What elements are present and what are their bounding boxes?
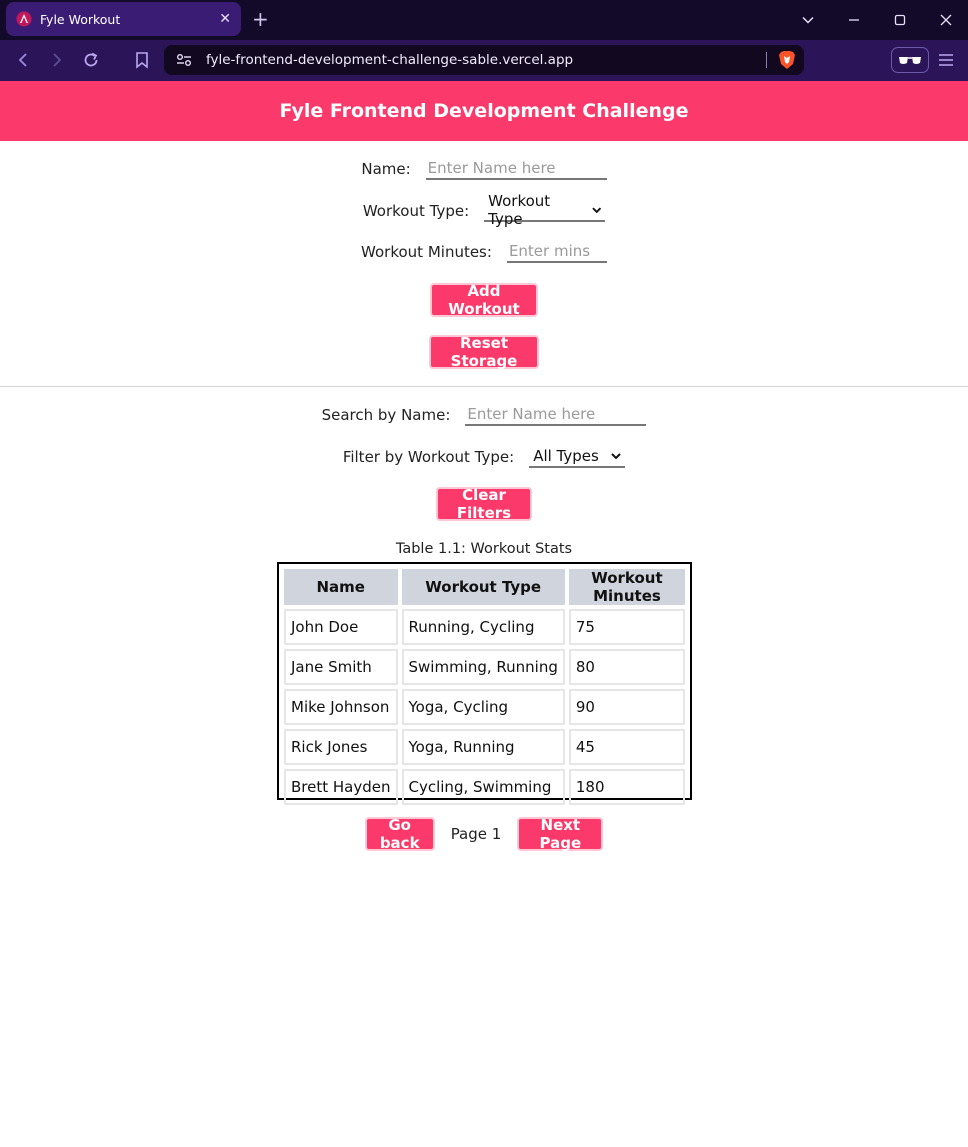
browser-tab[interactable]: Fyle Workout ✕	[6, 2, 241, 36]
table-row: Mike Johnson Yoga, Cycling 90	[284, 689, 685, 725]
cell-name: Jane Smith	[284, 649, 398, 685]
url-divider	[766, 52, 767, 68]
table-row: Jane Smith Swimming, Running 80	[284, 649, 685, 685]
workout-minutes-row: Workout Minutes:	[0, 240, 968, 263]
tab-list-chevron-icon[interactable]	[802, 14, 814, 26]
add-workout-button[interactable]: Add Workout	[430, 282, 538, 318]
cell-workout-minutes: 90	[568, 689, 685, 725]
browser-tabbar: Fyle Workout ✕ +	[0, 0, 968, 40]
table-header-row: Name Workout Type Workout Minutes	[284, 569, 685, 605]
back-icon[interactable]	[16, 52, 30, 68]
maximize-icon[interactable]	[894, 14, 906, 26]
tab-close-icon[interactable]: ✕	[219, 11, 231, 27]
page-header: Fyle Frontend Development Challenge	[0, 81, 968, 141]
table-row: Brett Hayden Cycling, Swimming 180	[284, 769, 685, 805]
section-divider	[0, 386, 968, 387]
bookmark-icon[interactable]	[135, 51, 149, 69]
name-field-row: Name:	[0, 157, 968, 180]
table-row: Rick Jones Yoga, Running 45	[284, 729, 685, 765]
cell-name: Rick Jones	[284, 729, 398, 765]
page-title: Fyle Frontend Development Challenge	[279, 100, 689, 122]
column-header-workout-type: Workout Type	[401, 569, 565, 605]
workout-minutes-label: Workout Minutes:	[361, 242, 492, 261]
clear-filters-button[interactable]: Clear Filters	[436, 486, 532, 522]
cell-name: Brett Hayden	[284, 769, 398, 805]
search-label: Search by Name:	[321, 405, 451, 424]
cell-workout-minutes: 180	[568, 769, 685, 805]
workout-minutes-input[interactable]	[506, 240, 607, 263]
cell-workout-minutes: 80	[568, 649, 685, 685]
name-input[interactable]	[425, 157, 607, 180]
filter-type-row: Filter by Workout Type: All Types	[0, 445, 968, 468]
add-workout-row: Add Workout	[0, 282, 968, 318]
cell-workout-type: Yoga, Running	[401, 729, 565, 765]
cell-workout-minutes: 75	[568, 609, 685, 645]
minimize-icon[interactable]	[848, 14, 860, 26]
next-page-button[interactable]: Next Page	[517, 816, 604, 852]
app-favicon-icon	[16, 11, 32, 27]
cell-workout-minutes: 45	[568, 729, 685, 765]
close-window-icon[interactable]	[940, 14, 952, 26]
column-header-workout-minutes: Workout Minutes	[568, 569, 685, 605]
filter-type-select[interactable]: All Types	[529, 445, 626, 468]
filter-type-label: Filter by Workout Type:	[342, 447, 515, 466]
site-settings-icon[interactable]	[176, 53, 192, 67]
address-bar[interactable]: fyle-frontend-development-challenge-sabl…	[164, 45, 804, 75]
workout-type-selected: Workout Type	[488, 191, 551, 228]
name-label: Name:	[361, 159, 411, 178]
cell-workout-type: Running, Cycling	[401, 609, 565, 645]
cell-name: Mike Johnson	[284, 689, 398, 725]
forward-icon[interactable]	[50, 52, 64, 68]
search-input[interactable]	[465, 403, 647, 426]
reset-storage-button[interactable]: Reset Storage	[429, 334, 539, 370]
column-header-name: Name	[284, 569, 398, 605]
workout-table-container: Name Workout Type Workout Minutes John D…	[277, 562, 692, 805]
cell-workout-type: Yoga, Cycling	[401, 689, 565, 725]
reset-storage-row: Reset Storage	[0, 334, 968, 370]
table-caption: Table 1.1: Workout Stats	[395, 541, 573, 557]
brave-shields-icon[interactable]	[778, 50, 796, 70]
workout-type-row: Workout Type: Workout Type	[0, 192, 968, 228]
cell-name: John Doe	[284, 609, 398, 645]
browser-menu-icon[interactable]	[938, 53, 954, 67]
glasses-icon	[899, 57, 921, 64]
clear-filters-row: Clear Filters	[0, 486, 968, 522]
reload-icon[interactable]	[82, 51, 100, 69]
tab-title: Fyle Workout	[40, 11, 121, 27]
search-row: Search by Name:	[0, 403, 968, 426]
page-indicator: Page 1	[450, 825, 502, 843]
workout-table: Name Workout Type Workout Minutes John D…	[280, 565, 689, 809]
new-tab-icon[interactable]: +	[252, 8, 269, 30]
cell-workout-type: Swimming, Running	[401, 649, 565, 685]
workout-type-select[interactable]: Workout Type	[484, 192, 606, 228]
pagination: Go back Page 1 Next Page	[0, 816, 968, 852]
workout-type-label: Workout Type:	[362, 201, 470, 220]
filter-type-selected: All Types	[533, 446, 599, 465]
chevron-down-icon	[611, 452, 621, 459]
go-back-button[interactable]: Go back	[364, 816, 435, 852]
reader-mode-button[interactable]	[891, 47, 929, 73]
url-text[interactable]: fyle-frontend-development-challenge-sabl…	[206, 52, 573, 68]
cell-workout-type: Cycling, Swimming	[401, 769, 565, 805]
table-row: John Doe Running, Cycling 75	[284, 609, 685, 645]
chevron-down-icon	[591, 206, 601, 213]
